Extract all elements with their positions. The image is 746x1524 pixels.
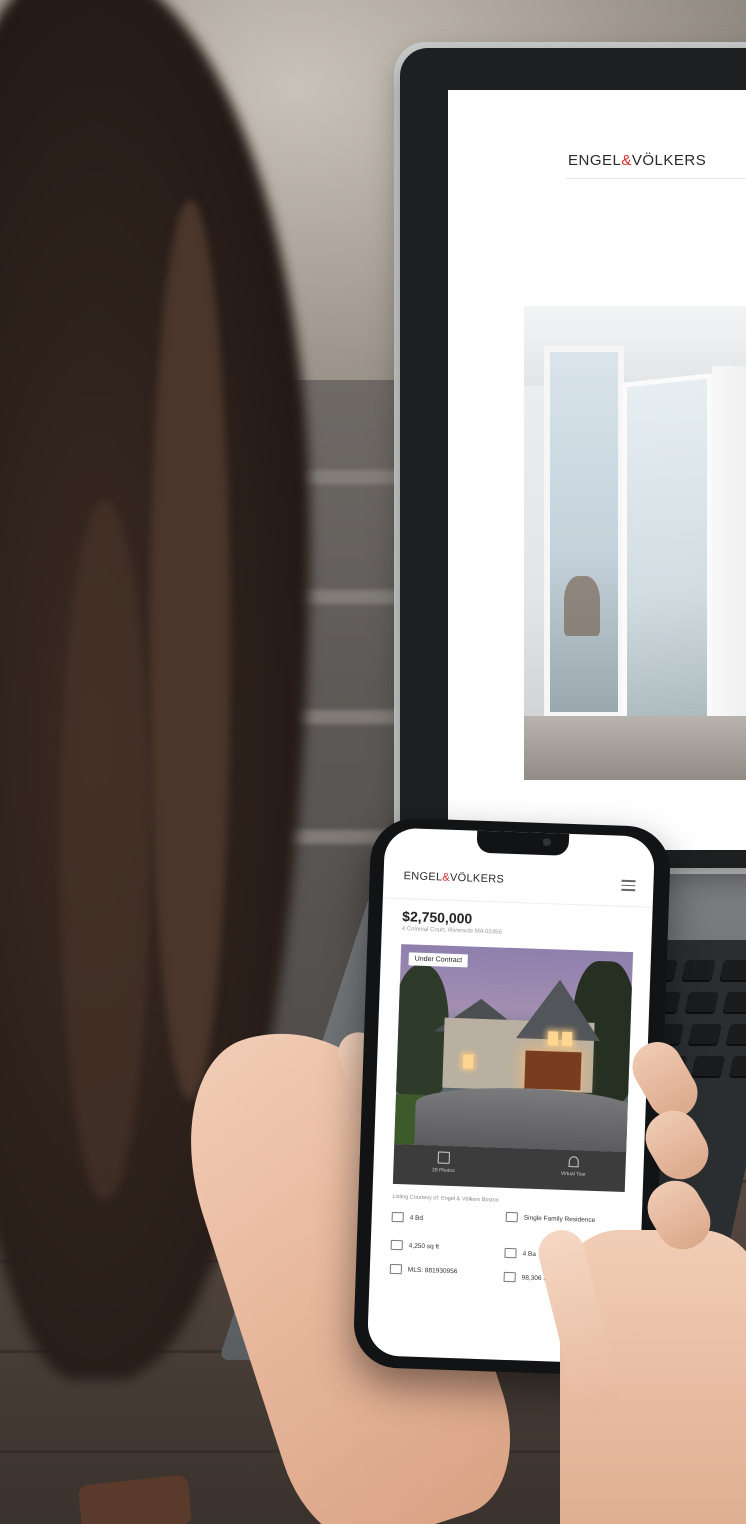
keyboard-key (684, 992, 719, 1014)
logo-ampersand: & (621, 152, 632, 169)
status-badge: Under Contract (408, 952, 469, 968)
hair-strand (150, 200, 230, 1100)
keyboard-key (681, 960, 716, 982)
house-window (561, 1031, 573, 1047)
virtual-tour-label: Virtual Tour (560, 1170, 586, 1178)
ruler-icon (390, 1239, 403, 1251)
fact-type-value: Single Family Residence (523, 1214, 596, 1224)
logo-text-right: VÖLKERS (631, 152, 707, 169)
front-camera-icon (542, 837, 552, 847)
photo-action-bar: 28 Photos Virtual Tour (392, 1143, 627, 1193)
keyboard-key (687, 1024, 723, 1046)
room-floor (524, 716, 746, 780)
photos-label: 28 Photos (431, 1167, 455, 1175)
gallery-icon (437, 1151, 451, 1164)
bed-icon (391, 1211, 404, 1223)
person-icon (568, 1156, 579, 1168)
fact-type: Single Family Residence (505, 1211, 606, 1225)
lot-icon (503, 1271, 516, 1283)
fact-baths: 4 Ba (504, 1247, 536, 1259)
keyboard-key (719, 960, 746, 982)
phone-site-header: ENGEL&VÖLKERS (382, 861, 654, 908)
house-window (547, 1031, 559, 1046)
fact-sqft-value: 4,250 sq ft (408, 1242, 440, 1251)
laptop-screen: ENGEL&VÖLKERS (448, 90, 746, 850)
listing-house-photo[interactable]: Under Contract (394, 944, 634, 1153)
house-icon (505, 1211, 518, 1223)
keyboard-key (722, 992, 746, 1014)
house-garage-door (524, 1050, 582, 1091)
fact-baths-value: 4 Ba (522, 1249, 536, 1258)
hair-strand (60, 500, 150, 1200)
house-gable-roof (516, 978, 603, 1042)
room-window (544, 346, 624, 718)
hamburger-menu-icon[interactable] (621, 879, 636, 891)
room-plant (564, 576, 600, 636)
photos-button[interactable]: 28 Photos (413, 1151, 474, 1175)
fact-beds: 4 Bd (391, 1211, 424, 1223)
keyboard-key (690, 1056, 726, 1078)
phone-notch (476, 828, 570, 856)
fact-mls: MLS: 881930956 (389, 1263, 458, 1276)
fact-beds-value: 4 Bd (409, 1214, 424, 1222)
room-glass-door (622, 373, 712, 743)
listing-price: $2,750,000 (401, 908, 473, 927)
logo-text-right: VÖLKERS (449, 871, 505, 886)
photo-scene: ENGEL&VÖLKERS ENGEL&VÖLKERS $2,750,000 4… (0, 0, 746, 1524)
keyboard-key (728, 1056, 746, 1078)
laptop-brand-logo[interactable]: ENGEL&VÖLKERS (568, 152, 706, 169)
room-wall (712, 366, 746, 746)
interior-room-photo[interactable] (524, 306, 746, 780)
house-window (462, 1054, 474, 1069)
listing-address: 4 Colonial Court, Riverside MA 02456 (401, 926, 502, 936)
fact-mls-value: MLS: 881930956 (407, 1266, 458, 1275)
logo-text-left: ENGEL (568, 152, 622, 169)
fact-sqft: 4,250 sq ft (390, 1239, 440, 1252)
bath-icon (504, 1247, 517, 1259)
phone-brand-logo[interactable]: ENGEL&VÖLKERS (403, 870, 504, 886)
virtual-tour-button[interactable]: Virtual Tour (543, 1155, 604, 1178)
listing-courtesy: Listing Courtesy of: Engel & Völkers Bos… (392, 1193, 499, 1204)
mls-icon (389, 1263, 403, 1275)
header-divider (566, 178, 746, 179)
logo-text-left: ENGEL (403, 870, 443, 884)
keyboard-key (725, 1024, 746, 1046)
